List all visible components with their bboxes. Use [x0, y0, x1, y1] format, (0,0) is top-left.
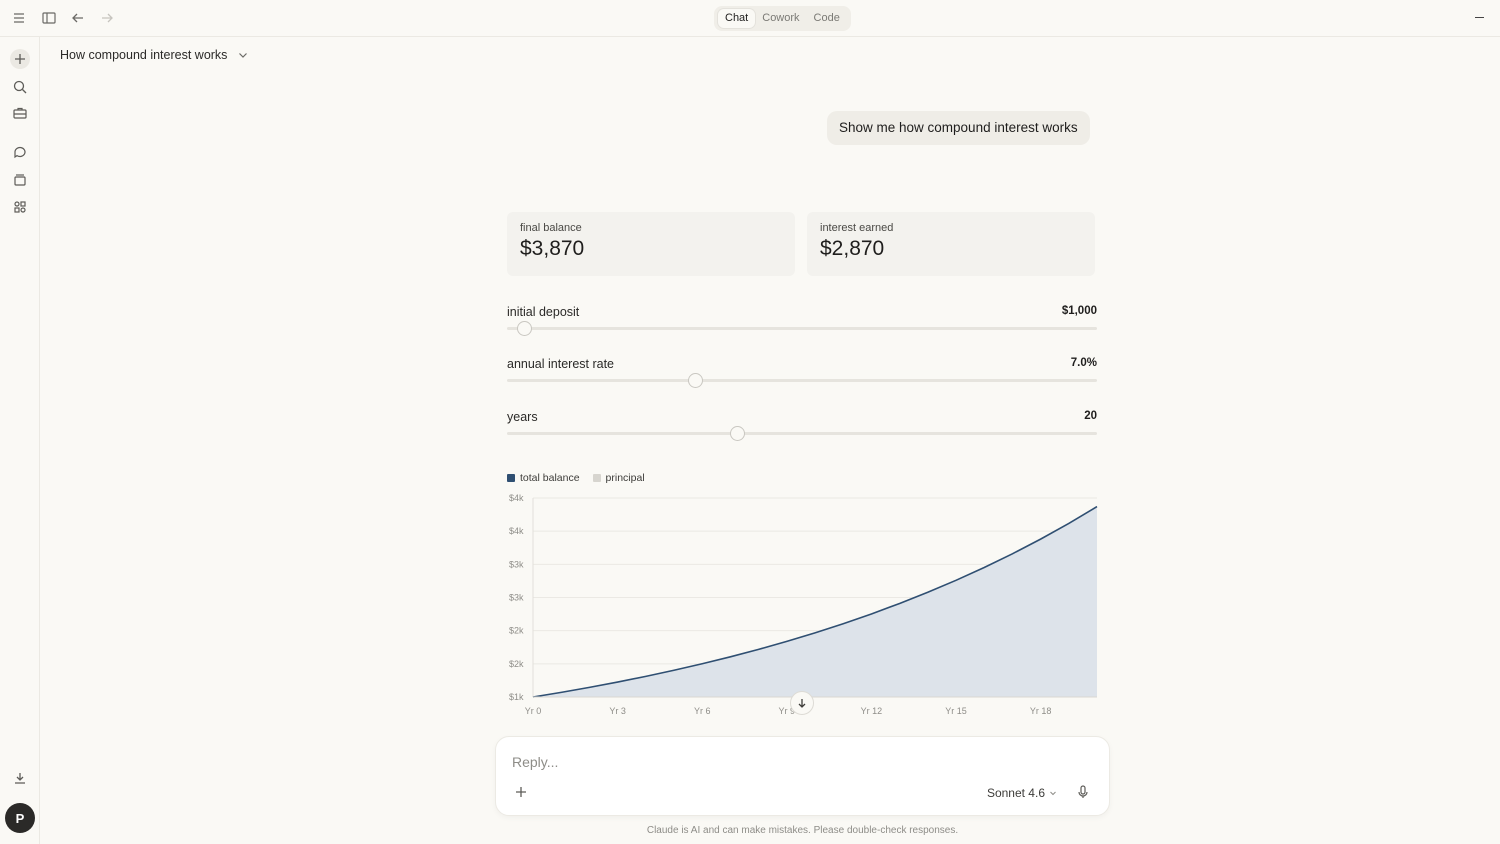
final-balance-label: final balance — [520, 222, 582, 234]
y-tick-label: $2k — [509, 659, 524, 669]
disclaimer: Claude is AI and can make mistakes. Plea… — [646, 825, 959, 836]
chats-icon[interactable] — [10, 143, 30, 163]
x-tick-label: Yr 6 — [694, 706, 711, 716]
mode-switcher: Chat Cowork Code — [714, 6, 851, 31]
interest-rate-value: 7.0% — [1070, 357, 1097, 369]
chart-legend: total balance principal — [507, 472, 645, 484]
chevron-down-icon — [1050, 791, 1056, 796]
legend-swatch-total — [507, 474, 515, 482]
arrow-down-icon — [798, 699, 806, 708]
y-tick-label: $2k — [509, 626, 524, 636]
y-tick-label: $3k — [509, 559, 524, 569]
y-tick-label: $3k — [509, 593, 524, 603]
x-tick-label: Yr 12 — [861, 706, 883, 716]
top-bar: Chat Cowork Code — [0, 0, 1500, 37]
chevron-down-icon — [239, 53, 248, 58]
interest-rate-label: annual interest rate — [507, 357, 615, 371]
initial-deposit-track[interactable] — [507, 327, 1097, 330]
tab-code[interactable]: Code — [807, 9, 847, 28]
initial-deposit-label: initial deposit — [507, 305, 580, 319]
sidebar-toggle-icon[interactable] — [39, 9, 59, 27]
legend-label-total: total balance — [520, 472, 580, 484]
years-track[interactable] — [507, 432, 1097, 435]
y-tick-label: $1k — [509, 692, 524, 702]
interest-earned-value: $2,870 — [820, 237, 885, 260]
microphone-icon[interactable] — [1075, 784, 1091, 800]
reply-box[interactable]: Reply... Sonnet 4.6 — [495, 736, 1110, 816]
total-balance-area — [533, 506, 1097, 697]
menu-icon[interactable] — [9, 9, 29, 27]
initial-deposit-value: $1,000 — [1061, 305, 1097, 317]
scroll-down-button[interactable] — [790, 691, 814, 715]
new-chat-icon[interactable] — [10, 49, 30, 69]
add-attachment-icon[interactable] — [513, 784, 529, 800]
final-balance-value: $3,870 — [520, 237, 585, 260]
x-tick-label: Yr 18 — [1030, 706, 1052, 716]
x-tick-label: Yr 0 — [525, 706, 542, 716]
y-tick-label: $4k — [509, 526, 524, 536]
interest-earned-label: interest earned — [820, 222, 894, 234]
sidebar: P — [0, 37, 40, 844]
forward-arrow-icon[interactable] — [97, 9, 117, 27]
tab-cowork[interactable]: Cowork — [755, 9, 806, 28]
interest-rate-track[interactable] — [507, 379, 1097, 382]
artifacts-icon[interactable] — [10, 197, 30, 217]
years-thumb[interactable] — [729, 426, 745, 441]
toolbox-icon[interactable] — [10, 103, 30, 123]
initial-deposit-thumb[interactable] — [517, 321, 533, 336]
conversation-title-text: How compound interest works — [60, 48, 228, 62]
search-icon[interactable] — [10, 77, 30, 97]
interest-rate-thumb[interactable] — [688, 373, 704, 388]
years-value: 20 — [1084, 410, 1097, 422]
minimize-button[interactable] — [1475, 17, 1484, 18]
x-tick-label: Yr 15 — [945, 706, 967, 716]
years-label: years — [507, 410, 538, 424]
final-balance-card: final balance $3,870 — [507, 212, 795, 276]
user-message: Show me how compound interest works — [827, 111, 1090, 145]
balance-chart: $4k$4k$3k$3k$2k$2k$1kYr 0 Yr 3 Yr 6 Yr 9 Yr … — [509, 493, 1098, 716]
legend-principal: principal — [592, 472, 645, 484]
model-name: Sonnet 4.6 — [986, 786, 1045, 800]
conversation-title[interactable]: How compound interest works — [60, 48, 249, 62]
legend-label-principal: principal — [605, 472, 645, 484]
reply-input[interactable]: Reply... — [512, 754, 558, 770]
projects-icon[interactable] — [10, 170, 30, 190]
y-tick-label: $4k — [509, 493, 524, 503]
tab-chat[interactable]: Chat — [718, 9, 756, 28]
back-arrow-icon[interactable] — [68, 9, 88, 27]
legend-swatch-principal — [592, 474, 601, 482]
x-tick-label: Yr 3 — [609, 706, 626, 716]
model-selector[interactable]: Sonnet 4.6 — [987, 786, 1057, 800]
legend-total-balance: total balance — [507, 472, 580, 484]
download-icon[interactable] — [10, 768, 30, 788]
interest-earned-card: interest earned $2,870 — [807, 212, 1095, 276]
